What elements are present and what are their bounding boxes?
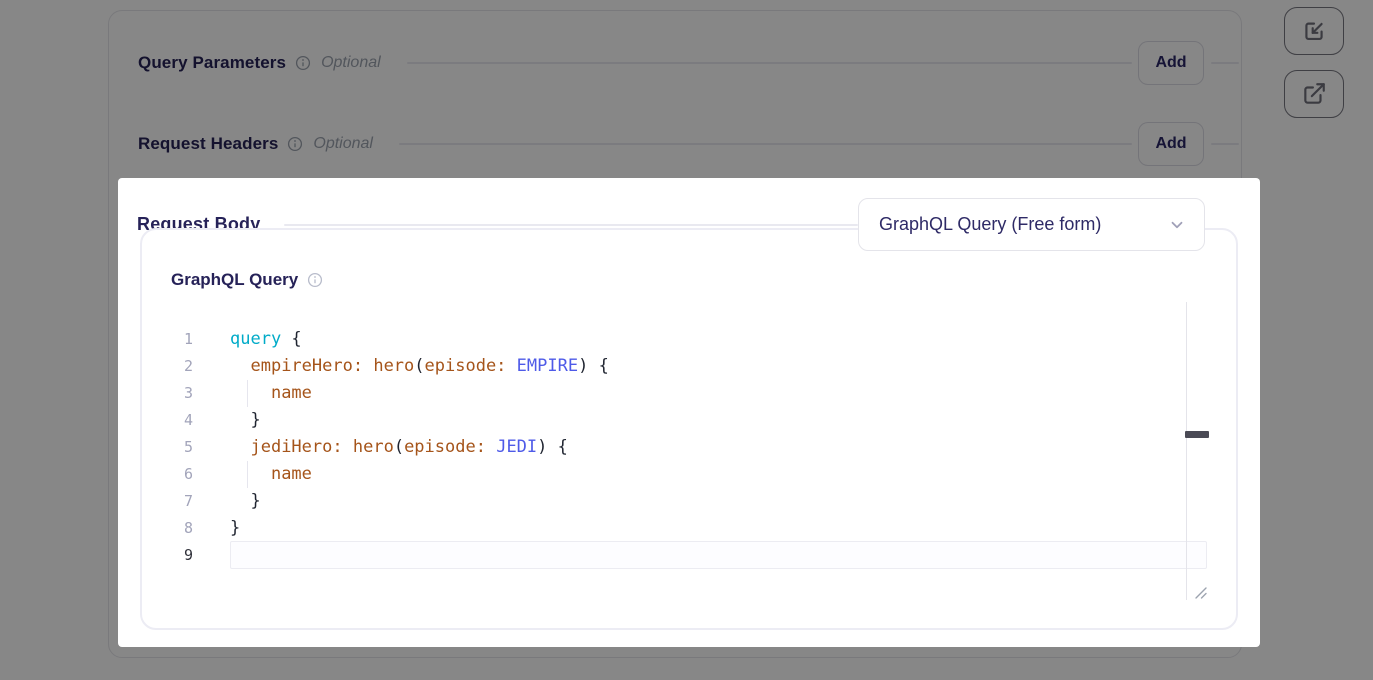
body-type-select[interactable]: GraphQL Query (Free form) xyxy=(858,198,1205,251)
code-line: 9 xyxy=(148,542,1200,569)
info-icon[interactable] xyxy=(307,272,323,288)
code-line: 2 empireHero: hero(episode: EMPIRE) { xyxy=(148,353,1200,380)
editor-resize-handle[interactable] xyxy=(1194,586,1208,600)
code-line: 4 } xyxy=(148,407,1200,434)
editor-scrollbar-thumb[interactable] xyxy=(1185,431,1209,438)
graphql-code-editor[interactable]: 1query {2 empireHero: hero(episode: EMPI… xyxy=(148,326,1200,569)
code-line: 1query { xyxy=(148,326,1200,353)
code-line: 5 jediHero: hero(episode: JEDI) { xyxy=(148,434,1200,461)
line-number: 4 xyxy=(148,407,193,434)
line-number: 8 xyxy=(148,515,193,542)
code-lines: 1query {2 empireHero: hero(episode: EMPI… xyxy=(148,326,1200,569)
line-number: 3 xyxy=(148,380,193,407)
line-number: 9 xyxy=(148,542,193,569)
line-number: 1 xyxy=(148,326,193,353)
graphql-query-label-row: GraphQL Query xyxy=(171,270,323,290)
chevron-down-icon xyxy=(1168,216,1186,234)
code-line: 6 name xyxy=(148,461,1200,488)
line-number: 5 xyxy=(148,434,193,461)
line-number: 2 xyxy=(148,353,193,380)
graphql-query-label: GraphQL Query xyxy=(171,270,298,290)
line-number: 7 xyxy=(148,488,193,515)
divider xyxy=(284,224,858,226)
code-line: 7 } xyxy=(148,488,1200,515)
code-line: 8} xyxy=(148,515,1200,542)
code-line: 3 name xyxy=(148,380,1200,407)
screen: Query Parameters Optional Add Request He… xyxy=(0,0,1373,680)
body-type-selected-value: GraphQL Query (Free form) xyxy=(879,214,1160,235)
request-body-section: Request Body GraphQL Query (Free form) G… xyxy=(118,178,1260,647)
line-number: 6 xyxy=(148,461,193,488)
